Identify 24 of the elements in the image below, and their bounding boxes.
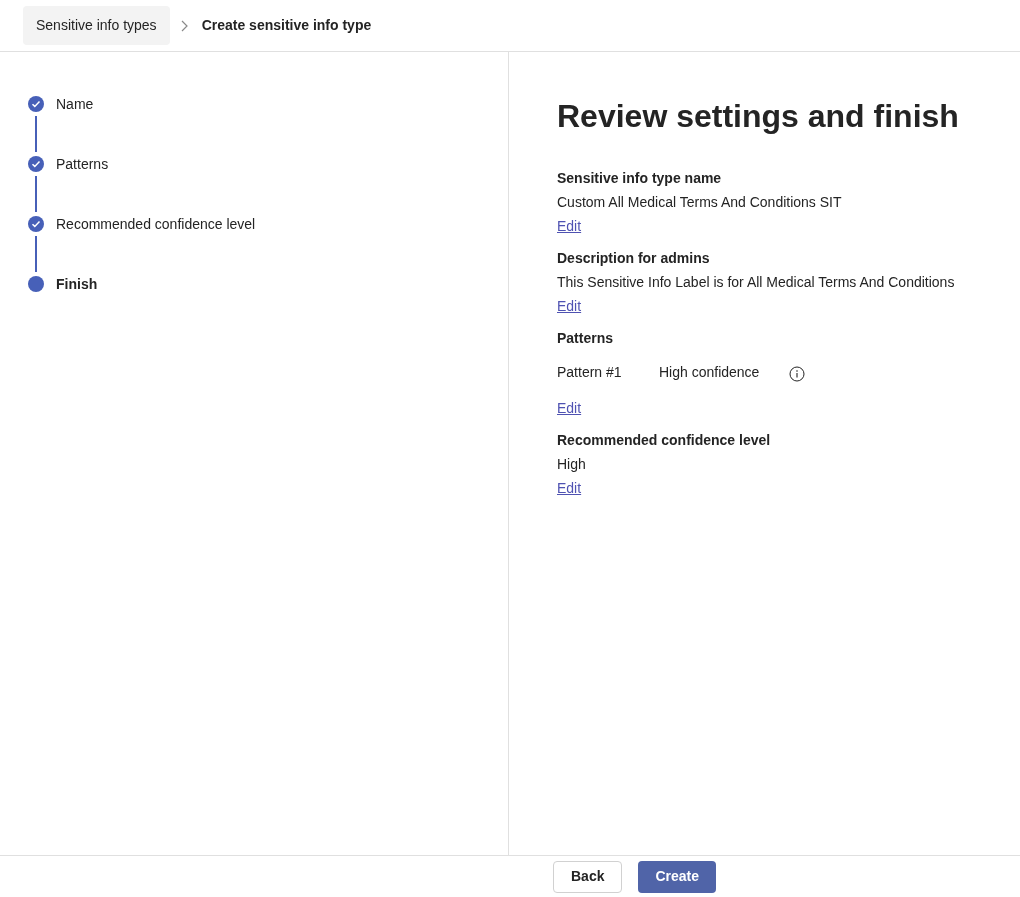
back-button[interactable]: Back [553,860,623,893]
section-value: High [557,455,587,474]
section-heading: Sensitive info type name [557,169,723,188]
pattern-confidence: High confidence [659,362,761,382]
section-heading: Patterns [557,329,615,348]
edit-link[interactable]: Edit [557,476,582,500]
step-label: Name [56,94,94,114]
step-label: Recommended confidence level [56,214,256,234]
pattern-name: Pattern #1 [557,362,623,382]
page-title: Review settings and finish [557,97,959,136]
step-label: Finish [56,274,98,294]
edit-link[interactable]: Edit [557,396,582,420]
edit-link[interactable]: Edit [557,214,582,238]
breadcrumb-current: Create sensitive info type [200,16,373,35]
section-heading: Recommended confidence level [557,431,772,450]
section-heading: Description for admins [557,249,711,268]
section-value: Custom All Medical Terms And Conditions SIT [557,193,843,212]
step-label: Patterns [56,154,109,174]
create-button[interactable]: Create [638,860,717,893]
breadcrumb-link[interactable]: Sensitive info types [23,6,170,45]
chevron-icon [179,19,188,32]
section-value: This Sensitive Info Label is for All Medical Terms And Conditions [557,273,956,292]
edit-link[interactable]: Edit [557,294,582,318]
info-icon[interactable] [789,365,805,382]
